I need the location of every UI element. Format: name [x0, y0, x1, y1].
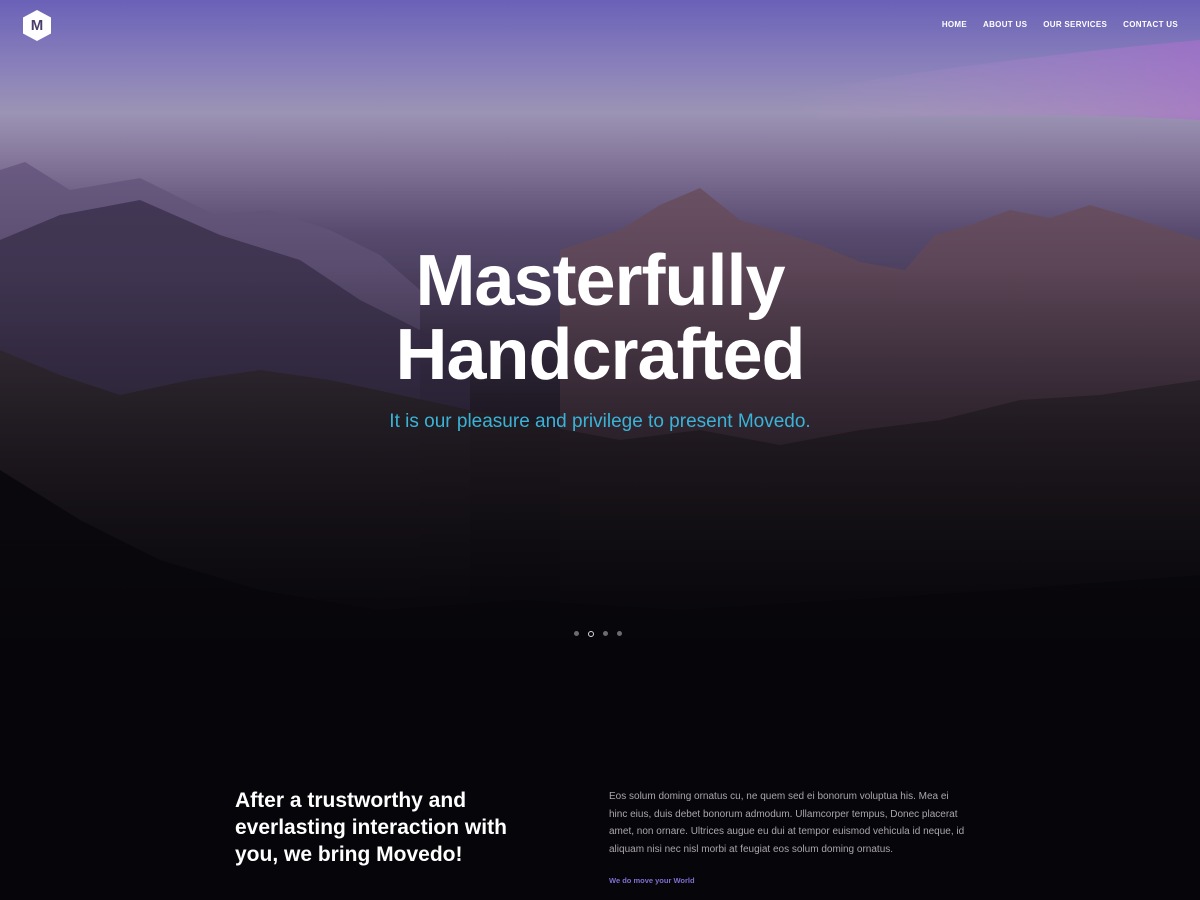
hero-title: Masterfully Handcrafted	[0, 244, 1200, 392]
hero-title-line-2: Handcrafted	[395, 315, 805, 395]
slider-dot-2-active[interactable]	[588, 631, 594, 637]
main-navigation: HOME ABOUT US OUR SERVICES CONTACT US	[942, 20, 1178, 29]
intro-link[interactable]: We do move your World	[609, 876, 695, 885]
site-logo[interactable]: M	[22, 9, 52, 42]
slider-dot-4[interactable]	[617, 631, 622, 636]
slider-dot-3[interactable]	[603, 631, 608, 636]
slider-dot-1[interactable]	[574, 631, 579, 636]
nav-item-our-services[interactable]: OUR SERVICES	[1043, 20, 1107, 29]
hero-subtitle: It is our pleasure and privilege to pres…	[389, 411, 811, 432]
logo-letter: M	[30, 17, 44, 34]
intro-heading: After a trustworthy and everlasting inte…	[235, 789, 507, 866]
hero-title-line-1: Masterfully	[415, 241, 785, 321]
slider-pagination	[574, 631, 622, 637]
nav-item-contact-us[interactable]: CONTACT US	[1123, 20, 1178, 29]
hero-section: M HOME ABOUT US OUR SERVICES CONTACT US …	[0, 0, 1200, 665]
nav-item-about-us[interactable]: ABOUT US	[983, 20, 1027, 29]
nav-item-home[interactable]: HOME	[942, 20, 967, 29]
intro-body-text: Eos solum doming ornatus cu, ne quem sed…	[609, 791, 965, 855]
